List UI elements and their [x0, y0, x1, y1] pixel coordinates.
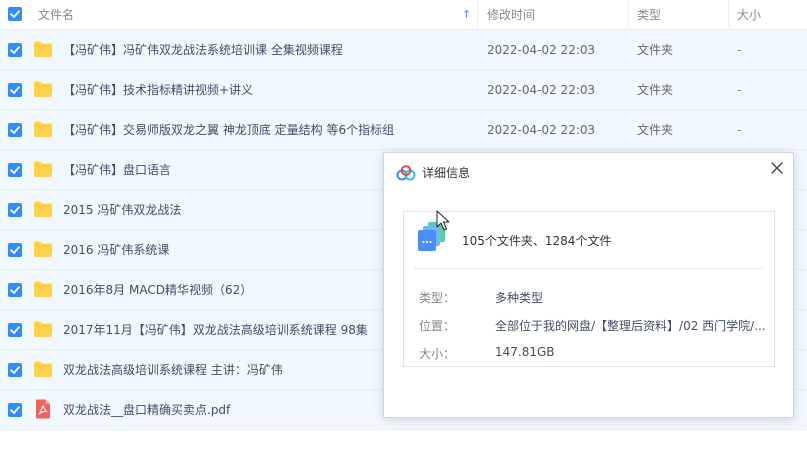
- file-name[interactable]: 2015 冯矿伟双龙战法: [63, 190, 181, 230]
- type-label: 类型：: [419, 291, 456, 305]
- folder-icon: [33, 200, 53, 218]
- file-modified: 2022-04-02 22:03: [487, 43, 596, 57]
- file-size: -: [737, 83, 742, 97]
- file-type: 文件夹: [637, 83, 674, 97]
- file-name[interactable]: 双龙战法高级培训系统课程 主讲：冯矿伟: [63, 350, 283, 390]
- folder-icon: [33, 80, 53, 98]
- folder-icon: [33, 40, 53, 58]
- selection-summary: 105个文件夹、1284个文件: [462, 234, 612, 248]
- file-name[interactable]: 2016 冯矿伟系统课: [63, 230, 169, 270]
- folder-icon: [33, 120, 53, 138]
- row-checkbox[interactable]: [8, 163, 22, 177]
- row-checkbox[interactable]: [8, 203, 22, 217]
- cloud-logo-icon: [396, 165, 416, 181]
- mouse-cursor-icon: [436, 210, 450, 232]
- row-checkbox[interactable]: [8, 243, 22, 257]
- column-header-size[interactable]: 大小: [737, 0, 761, 30]
- file-size: -: [737, 43, 742, 57]
- location-value[interactable]: 全部位于我的网盘/【整理后资料】/02 西门学院/...: [495, 317, 766, 334]
- file-size: -: [737, 123, 742, 137]
- close-icon[interactable]: [770, 161, 784, 175]
- row-checkbox[interactable]: [8, 363, 22, 377]
- type-value: 多种类型: [495, 291, 544, 305]
- row-checkbox[interactable]: [8, 123, 22, 137]
- size-value: 147.81GB: [495, 345, 555, 359]
- file-modified: 2022-04-02 22:03: [487, 123, 596, 137]
- file-name[interactable]: 双龙战法__盘口精确买卖点.pdf: [63, 390, 230, 430]
- location-label: 位置：: [419, 319, 456, 333]
- file-name[interactable]: 【冯矿伟】冯矿伟双龙战法系统培训课 全集视频课程: [63, 30, 343, 70]
- column-header-modified[interactable]: 修改时间: [487, 0, 535, 30]
- sort-ascending-icon[interactable]: ↑: [462, 0, 471, 30]
- row-checkbox[interactable]: [8, 43, 22, 57]
- row-checkbox[interactable]: [8, 283, 22, 297]
- row-checkbox[interactable]: [8, 403, 22, 417]
- folder-icon: [33, 320, 53, 338]
- select-all-checkbox[interactable]: [8, 7, 22, 21]
- folder-icon: [33, 280, 53, 298]
- row-checkbox[interactable]: [8, 323, 22, 337]
- file-row[interactable]: 【冯矿伟】冯矿伟双龙战法系统培训课 全集视频课程 2022-04-02 22:0…: [0, 30, 807, 70]
- file-list-header: 文件名 ↑ 修改时间 类型 大小: [0, 0, 807, 30]
- divider: [414, 268, 764, 269]
- file-name[interactable]: 2016年8月 MACD精华视频（62）: [63, 270, 252, 310]
- column-header-type[interactable]: 类型: [637, 0, 661, 30]
- file-modified: 2022-04-02 22:03: [487, 83, 596, 97]
- column-divider[interactable]: [477, 0, 478, 30]
- details-panel: 105个文件夹、1284个文件 类型： 多种类型 位置： 全部位于我的网盘/【整…: [403, 211, 775, 367]
- pdf-icon: [35, 399, 51, 419]
- column-divider[interactable]: [728, 0, 729, 30]
- folder-icon: [33, 360, 53, 378]
- column-header-name[interactable]: 文件名: [38, 0, 74, 30]
- file-name[interactable]: 2017年11月【冯矿伟】双龙战法高级培训系统课程 98集: [63, 310, 368, 350]
- file-row[interactable]: 【冯矿伟】技术指标精讲视频+讲义 2022-04-02 22:03 文件夹 -: [0, 70, 807, 110]
- file-row[interactable]: 【冯矿伟】交易师版双龙之翼 神龙顶底 定量结构 等6个指标组 2022-04-0…: [0, 110, 807, 150]
- row-checkbox[interactable]: [8, 83, 22, 97]
- size-label: 大小：: [419, 347, 456, 361]
- folder-icon: [33, 240, 53, 258]
- file-type: 文件夹: [637, 43, 674, 57]
- file-type: 文件夹: [637, 123, 674, 137]
- dialog-title: 详细信息: [422, 166, 471, 180]
- details-dialog: 详细信息 105个文件夹、1284个文件 类型： 多种类型 位置： 全部位于我的…: [383, 152, 794, 418]
- file-name[interactable]: 【冯矿伟】交易师版双龙之翼 神龙顶底 定量结构 等6个指标组: [63, 110, 394, 150]
- column-divider[interactable]: [628, 0, 629, 30]
- file-name[interactable]: 【冯矿伟】盘口语言: [63, 150, 171, 190]
- folder-icon: [33, 160, 53, 178]
- file-name[interactable]: 【冯矿伟】技术指标精讲视频+讲义: [63, 70, 253, 110]
